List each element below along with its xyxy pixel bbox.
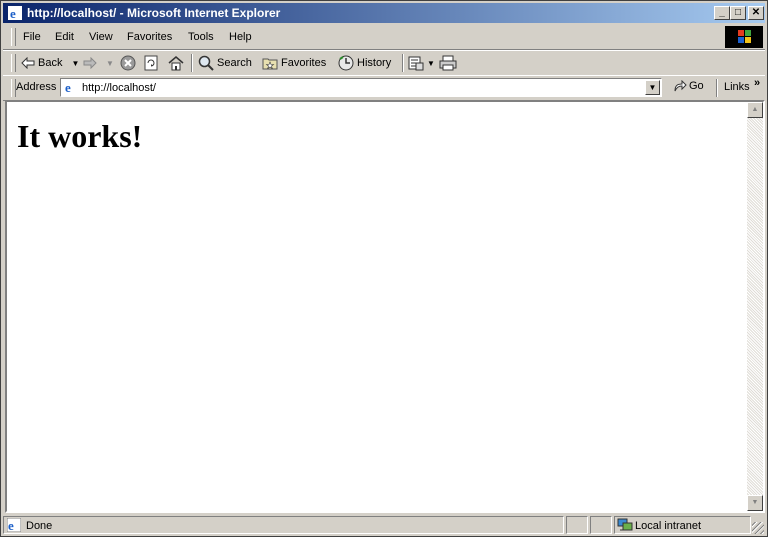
links-button[interactable]: Links — [724, 81, 750, 93]
toolbar-separator — [402, 54, 404, 72]
address-toolbar: Address e http://localhost/ ▼ Go Links » — [3, 75, 765, 101]
back-label: Back — [38, 57, 63, 69]
standard-toolbar: Back ▼ ▼ Search Favorites History ▼ — [3, 50, 765, 76]
menu-edit[interactable]: Edit — [55, 31, 74, 43]
home-icon — [168, 55, 184, 71]
history-button[interactable]: History — [338, 53, 391, 73]
forward-arrow-icon — [83, 57, 97, 69]
stop-icon — [120, 55, 136, 71]
search-button[interactable]: Search — [198, 53, 252, 73]
page-done-icon: e — [7, 518, 21, 532]
mail-icon — [408, 55, 424, 71]
mail-button[interactable]: ▼ — [408, 53, 435, 73]
status-panel-empty — [566, 516, 588, 534]
title-bar[interactable]: e http://localhost/ - Microsoft Internet… — [3, 3, 765, 23]
printer-icon — [439, 55, 457, 71]
vertical-scrollbar[interactable]: ▲ ▼ — [747, 102, 763, 511]
history-icon — [338, 55, 354, 71]
menu-bar: File Edit View Favorites Tools Help — [3, 25, 765, 50]
menu-view[interactable]: View — [89, 31, 113, 43]
maximize-button[interactable]: □ — [730, 6, 746, 20]
refresh-icon — [144, 55, 158, 71]
favorites-label: Favorites — [281, 57, 327, 69]
svg-text:e: e — [65, 80, 71, 94]
status-panel-empty — [590, 516, 612, 534]
toolbar-separator — [191, 54, 193, 72]
minimize-button[interactable]: _ — [714, 6, 730, 20]
address-input[interactable]: e http://localhost/ ▼ — [60, 78, 662, 97]
back-dropdown-icon[interactable]: ▼ — [71, 59, 79, 68]
address-label: Address — [16, 81, 57, 93]
forward-button[interactable]: ▼ — [83, 53, 114, 73]
links-separator — [716, 79, 718, 97]
browser-window: e http://localhost/ - Microsoft Internet… — [0, 0, 768, 537]
stop-button[interactable] — [120, 53, 136, 73]
windows-logo-icon — [725, 26, 763, 48]
favorites-button[interactable]: Favorites — [262, 53, 326, 73]
address-dropdown-button[interactable]: ▼ — [645, 80, 660, 95]
links-chevron-icon[interactable]: » — [754, 77, 760, 89]
status-panel: e Done — [3, 516, 564, 534]
menu-file[interactable]: File — [23, 31, 41, 43]
status-text: Done — [26, 520, 53, 532]
close-button[interactable]: ✕ — [748, 6, 764, 20]
back-button[interactable]: Back ▼ — [21, 53, 79, 73]
go-button[interactable]: Go — [673, 80, 704, 92]
address-url: http://localhost/ — [82, 82, 156, 94]
menu-tools[interactable]: Tools — [188, 31, 214, 43]
internet-explorer-icon: e — [7, 5, 23, 21]
home-button[interactable] — [168, 53, 184, 73]
security-zone-text: Local intranet — [635, 520, 702, 532]
resize-grip[interactable] — [752, 522, 764, 534]
print-button[interactable] — [439, 53, 457, 73]
local-intranet-icon — [617, 518, 633, 532]
search-icon — [198, 55, 214, 71]
scroll-down-button[interactable]: ▼ — [747, 495, 763, 511]
search-label: Search — [217, 57, 252, 69]
status-bar: e Done Local intranet — [3, 515, 765, 535]
history-label: History — [357, 57, 392, 69]
back-arrow-icon — [21, 57, 35, 69]
page-content: It works! ▲ ▼ — [5, 100, 765, 513]
forward-dropdown-icon[interactable]: ▼ — [106, 59, 114, 68]
mail-dropdown-icon[interactable]: ▼ — [427, 59, 435, 68]
page-icon: e — [64, 80, 78, 94]
menu-help[interactable]: Help — [229, 31, 252, 43]
go-arrow-icon — [673, 80, 687, 92]
svg-text:e: e — [8, 518, 14, 532]
favorites-folder-icon — [262, 56, 278, 70]
svg-text:e: e — [10, 6, 16, 21]
go-label: Go — [689, 80, 704, 92]
scroll-up-button[interactable]: ▲ — [747, 102, 763, 118]
page-heading: It works! — [17, 118, 143, 154]
menu-bar-grip[interactable] — [11, 28, 16, 46]
zone-panel: Local intranet — [614, 516, 751, 534]
refresh-button[interactable] — [144, 53, 158, 73]
window-title: http://localhost/ - Microsoft Internet E… — [27, 6, 281, 20]
menu-favorites[interactable]: Favorites — [127, 31, 172, 43]
toolbar-grip[interactable] — [11, 54, 16, 72]
